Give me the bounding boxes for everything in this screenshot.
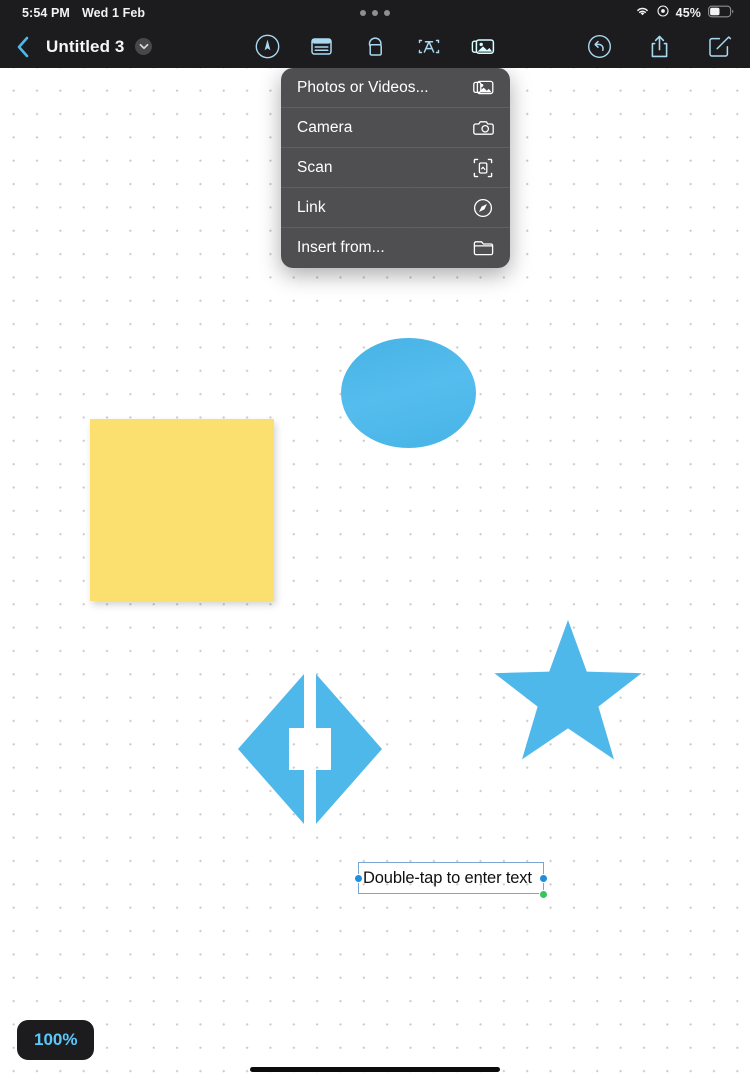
status-bar-left: 5:54 PM Wed 1 Feb bbox=[0, 6, 145, 20]
star-shape[interactable] bbox=[492, 618, 644, 762]
menu-item-camera[interactable]: Camera bbox=[281, 108, 510, 148]
zoom-level-indicator[interactable]: 100% bbox=[17, 1020, 95, 1060]
menu-item-label: Scan bbox=[297, 158, 333, 176]
table-tool[interactable] bbox=[308, 33, 335, 60]
text-box-object[interactable]: Double-tap to enter text bbox=[354, 862, 548, 899]
scan-icon bbox=[472, 157, 494, 179]
sticky-note-shape[interactable] bbox=[90, 419, 274, 601]
menu-item-label: Insert from... bbox=[297, 239, 385, 256]
battery-percent: 45% bbox=[675, 5, 701, 20]
compose-button[interactable] bbox=[706, 33, 733, 60]
text-tool[interactable] bbox=[416, 33, 443, 60]
dot bbox=[360, 9, 366, 16]
text-box-placeholder: Double-tap to enter text bbox=[363, 868, 532, 887]
menu-item-scan[interactable]: Scan bbox=[281, 148, 510, 188]
draw-tool[interactable] bbox=[254, 33, 281, 60]
wifi-icon bbox=[635, 5, 650, 20]
folder-icon bbox=[472, 237, 494, 259]
status-date: Wed 1 Feb bbox=[81, 5, 146, 20]
target-icon bbox=[657, 5, 669, 20]
insert-media-menu: Photos or Videos... Camera Scan Link Ins… bbox=[281, 68, 510, 268]
dot bbox=[372, 9, 378, 16]
resize-handle-right[interactable] bbox=[539, 874, 548, 883]
menu-item-photos-or-videos[interactable]: Photos or Videos... bbox=[281, 68, 510, 108]
status-bar-right: 45% bbox=[635, 5, 734, 21]
status-time: 5:54 PM bbox=[22, 5, 70, 20]
menu-item-link[interactable]: Link bbox=[281, 188, 510, 228]
dot bbox=[384, 9, 390, 16]
compass-icon bbox=[472, 197, 494, 219]
menu-item-label: Link bbox=[297, 198, 326, 216]
share-button[interactable] bbox=[646, 33, 673, 60]
app-toolbar: Untitled 3 bbox=[0, 25, 750, 68]
photos-icon bbox=[472, 77, 494, 99]
resize-handle-corner[interactable] bbox=[539, 890, 548, 899]
menu-item-label: Photos or Videos... bbox=[297, 78, 429, 96]
diamond-arrow-shape[interactable] bbox=[236, 672, 384, 826]
media-tool[interactable] bbox=[470, 33, 497, 60]
menu-item-insert-from[interactable]: Insert from... bbox=[281, 228, 510, 268]
undo-button[interactable] bbox=[586, 33, 613, 60]
battery-icon bbox=[708, 5, 734, 21]
home-indicator bbox=[250, 1067, 500, 1072]
circle-shape[interactable] bbox=[341, 338, 476, 448]
toolbar-right-tools bbox=[586, 33, 733, 60]
resize-handle-left[interactable] bbox=[354, 874, 363, 883]
shapes-tool[interactable] bbox=[362, 33, 389, 60]
menu-item-label: Camera bbox=[297, 118, 353, 136]
camera-icon bbox=[472, 117, 494, 139]
status-bar: 5:54 PM Wed 1 Feb 45% bbox=[0, 0, 750, 25]
